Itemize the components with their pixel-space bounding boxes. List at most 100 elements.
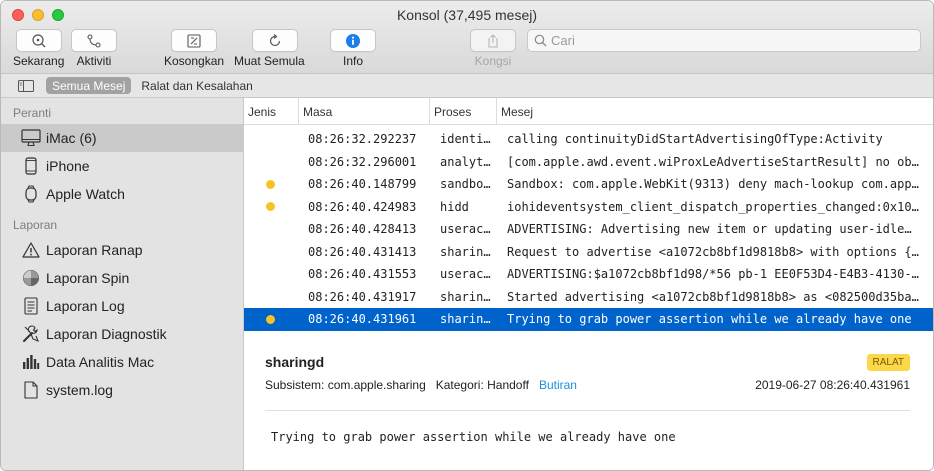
reload-label: Muat Semula [234,54,305,68]
type-cell [266,263,278,286]
warning-dot-icon [266,202,275,212]
activity-control: Aktiviti [71,29,117,68]
message-cell: [com.apple.awd.event.wiProxLeAdvertiseSt… [507,154,919,169]
time-cell: 08:26:40.148799 [308,177,417,192]
share-label: Kongsi [474,54,512,68]
process-cell: hidd [440,199,469,214]
errors-faults-scope[interactable]: Ralat dan Kesalahan [141,79,252,93]
time-cell: 08:26:32.296001 [308,154,417,169]
tools-icon [21,324,41,344]
time-cell: 08:26:32.292237 [308,132,417,147]
search-input[interactable] [551,33,911,48]
apple-watch-icon [21,184,41,204]
log-rows: 08:26:32.292237 identi… calling continui… [244,125,933,331]
reports-header: Laporan [13,218,58,232]
table-row[interactable]: 08:26:40.431553 userac… ADVERTISING:$a10… [244,263,933,286]
message-cell: ADVERTISING: Advertising new item or upd… [507,222,912,237]
details-link[interactable]: Butiran [539,378,577,392]
sidebar-toggle-button[interactable] [18,79,36,93]
table-row[interactable]: 08:26:40.428413 userac… ADVERTISING: Adv… [244,218,933,241]
time-cell: 08:26:40.431917 [308,289,417,304]
column-header-process[interactable]: Proses [429,98,496,125]
message-cell: Trying to grab power assertion while we … [507,312,912,327]
warning-dot-icon [266,314,275,324]
time-cell: 08:26:40.424983 [308,199,417,214]
message-cell: Request to advertise <a1072cb8bf1d9818b8… [507,244,919,259]
process-cell: userac… [440,222,491,237]
log-icon [21,296,41,316]
time-cell: 08:26:40.431553 [308,267,417,282]
type-cell [266,151,278,174]
now-label: Sekarang [13,54,65,68]
type-cell [266,218,278,241]
now-button[interactable] [15,29,62,52]
all-messages-scope[interactable]: Semua Mesej [46,77,132,94]
console-window: Konsol (37,495 mesej) Sekarang Aktiviti … [0,0,934,471]
table-row-selected[interactable]: 08:26:40.431961 sharin… Trying to grab p… [244,308,933,331]
detail-subsystem: Subsistem: com.apple.sharing [265,378,426,392]
process-cell: identi… [440,132,491,147]
table-row[interactable]: 08:26:40.424983 hidd iohideventsystem_cl… [244,196,933,219]
type-cell [266,196,278,219]
column-header-type[interactable]: Jenis [244,98,298,125]
type-cell [266,241,278,264]
time-cell: 08:26:40.428413 [308,222,417,237]
info-control: Info [330,29,376,68]
sidebar-item-mac-analytics[interactable]: Data Analitis Mac [1,348,243,376]
activity-icon [87,33,101,48]
time-cell: 08:26:40.431413 [308,244,417,259]
detail-category: Kategori: Handoff [435,378,529,392]
sidebar-item-imac[interactable]: iMac (6) [1,124,243,152]
reload-icon [270,33,281,46]
clear-button[interactable] [171,29,218,52]
detail-process-name: sharingd [265,354,325,370]
devices-header: Peranti [13,106,52,120]
sidebar-item-iphone[interactable]: iPhone [1,152,243,180]
column-header-message[interactable]: Mesej [496,98,933,125]
detail-metadata: Subsistem: com.apple.sharing Kategori: H… [265,378,577,392]
sidebar-item-label: iMac (6) [46,130,97,146]
type-cell [266,286,278,309]
sidebar-item-crash-reports[interactable]: Laporan Ranap [1,236,243,264]
share-button[interactable] [470,29,516,52]
table-row[interactable]: 08:26:40.431413 sharin… Request to adver… [244,241,933,264]
sidebar-item-apple-watch[interactable]: Apple Watch [1,180,243,208]
message-cell: calling continuityDidStartAdvertisingOfT… [507,132,883,147]
sidebar-item-label: Apple Watch [46,186,125,202]
detail-message: Trying to grab power assertion while we … [271,430,676,444]
sidebar-item-label: Data Analitis Mac [46,354,155,370]
sidebar-item-label: Laporan Ranap [46,242,143,258]
share-control: Kongsi [470,29,516,68]
process-cell: sharin… [440,289,491,304]
time-cell: 08:26:40.431961 [308,312,417,327]
sidebar-item-label: system.log [46,382,113,398]
sidebar-item-label: iPhone [46,158,90,174]
log-area: Jenis Masa Proses Mesej 08:26:32.292237 … [244,98,933,470]
table-row[interactable]: 08:26:40.148799 sandbo… Sandbox: com.app… [244,173,933,196]
info-button[interactable] [330,29,376,52]
table-row[interactable]: 08:26:32.296001 analyt… [com.apple.awd.e… [244,151,933,174]
detail-pane: sharingd RALAT Subsistem: com.apple.shar… [244,348,933,470]
activity-button[interactable] [71,29,117,52]
sidebar-item-system-log[interactable]: system.log [1,376,243,404]
sidebar-item-log-reports[interactable]: Laporan Log [1,292,243,320]
column-header-time[interactable]: Masa [298,98,429,125]
clear-label: Kosongkan [164,54,225,68]
sidebar-item-spin-reports[interactable]: Laporan Spin [1,264,243,292]
reload-button[interactable] [252,29,299,52]
type-cell [266,173,278,196]
iphone-icon [21,156,41,176]
info-icon [346,33,360,48]
sidebar-item-diagnostic-reports[interactable]: Laporan Diagnostik [1,320,243,348]
spin-icon [21,268,41,288]
search-field[interactable] [527,29,921,52]
document-icon [21,380,41,400]
table-row[interactable]: 08:26:40.431917 sharin… Started advertis… [244,286,933,309]
table-row[interactable]: 08:26:32.292237 identi… calling continui… [244,128,933,151]
toolbar: Konsol (37,495 mesej) Sekarang Aktiviti … [1,1,933,74]
sidebar-item-label: Laporan Log [46,298,125,314]
process-cell: analyt… [440,154,491,169]
type-cell [266,128,278,151]
analytics-icon [21,352,41,372]
clear-icon [187,33,201,48]
